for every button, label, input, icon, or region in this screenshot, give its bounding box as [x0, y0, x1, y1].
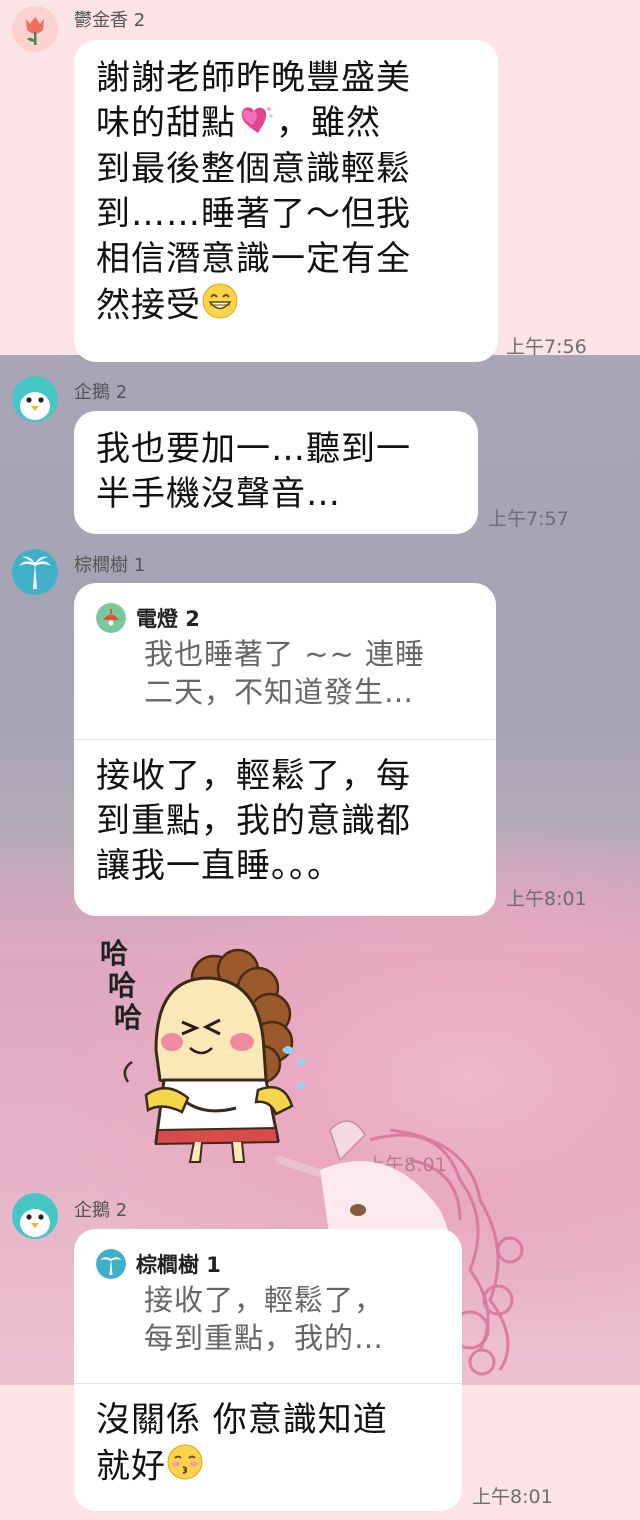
reply-text: 我也睡著了 ~~ 連睡 二天，不知道發生…	[144, 637, 426, 709]
palm-tree-icon	[96, 1249, 126, 1279]
lamp-icon	[96, 603, 126, 633]
reply-quote[interactable]: 電燈 2 我也睡著了 ~~ 連睡 二天，不知道發生…	[74, 583, 496, 709]
message-time: 上午8:01	[472, 1486, 553, 1508]
palm-tree-icon[interactable]	[12, 549, 58, 595]
message-text: 謝謝老師昨晚豐盛美 味的甜點 ，雖然 到最後整個意識輕鬆 到……睡著了～但我 相信…	[96, 56, 476, 332]
message-text-part: 沒關係 你意識知道 就好	[96, 1400, 388, 1487]
sticker-text: 哈	[108, 969, 137, 1002]
sticker-text: 哈	[100, 937, 129, 970]
sender-name: 企鵝 2	[74, 1200, 128, 1221]
reply-text: 接收了，輕鬆了， 每到重點，我的…	[144, 1283, 385, 1355]
message-text: 接收了，輕鬆了，每 到重點，我的意識都 讓我一直睡。。。	[96, 756, 411, 886]
grinning-face-icon	[201, 282, 239, 332]
tulip-icon[interactable]	[12, 6, 58, 52]
message-bubble[interactable]: 謝謝老師昨晚豐盛美 味的甜點 ，雖然 到最後整個意識輕鬆 到……睡著了～但我 相信…	[74, 40, 498, 362]
message-text: 沒關係 你意識知道 就好	[74, 1384, 462, 1507]
kissing-face-icon	[166, 1443, 204, 1493]
message-time: 上午7:57	[488, 508, 569, 530]
message-time: 上午7:56	[506, 336, 587, 358]
sparkling-hearts-icon	[236, 102, 276, 147]
message-bubble[interactable]: 我也要加一…聽到一 半手機沒聲音…	[74, 411, 478, 534]
sender-name: 棕櫚樹 1	[74, 555, 146, 576]
sender-name: 企鵝 2	[74, 382, 128, 403]
reply-quote[interactable]: 棕櫚樹 1 接收了，輕鬆了， 每到重點，我的…	[74, 1229, 462, 1355]
reply-sender: 電燈 2	[136, 607, 200, 631]
reply-sender: 棕櫚樹 1	[136, 1253, 221, 1277]
penguin-icon[interactable]	[12, 1193, 58, 1239]
message-bubble[interactable]: 電燈 2 我也睡著了 ~~ 連睡 二天，不知道發生… 接收了，輕鬆了，每 到重點…	[74, 583, 496, 916]
sender-name: 鬱金香 2	[74, 10, 146, 31]
sticker-text: 哈	[114, 1001, 143, 1034]
message-bubble[interactable]: 棕櫚樹 1 接收了，輕鬆了， 每到重點，我的… 沒關係 你意識知道 就好	[74, 1229, 462, 1511]
penguin-icon[interactable]	[12, 376, 58, 422]
message-text: 我也要加一…聽到一 半手機沒聲音…	[96, 429, 411, 514]
message-time: 上午8:01	[506, 888, 587, 910]
